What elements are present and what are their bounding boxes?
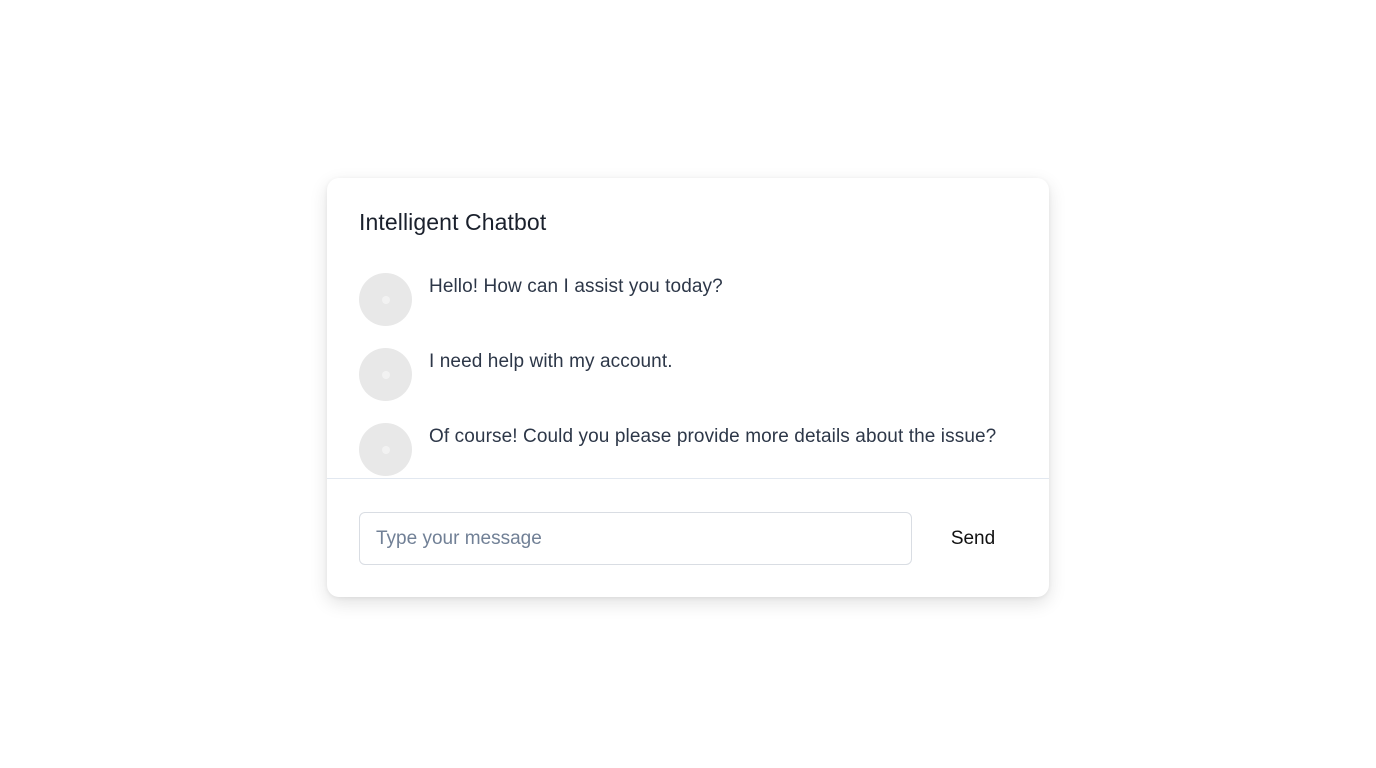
chat-window: Intelligent Chatbot Hello! How can I ass… (327, 178, 1049, 597)
avatar-icon (381, 370, 390, 379)
message-input[interactable] (359, 512, 912, 565)
message-text: I need help with my account. (429, 351, 673, 372)
avatar (359, 423, 412, 476)
avatar-icon (381, 295, 390, 304)
message-text: Of course! Could you please provide more… (429, 426, 997, 447)
message-list: Hello! How can I assist you today? I nee… (327, 273, 1049, 479)
avatar (359, 273, 412, 326)
message-item: Hello! How can I assist you today? (359, 273, 723, 326)
avatar-icon (381, 445, 390, 454)
message-text: Hello! How can I assist you today? (429, 276, 723, 297)
chat-title: Intelligent Chatbot (359, 209, 547, 235)
message-item: Of course! Could you please provide more… (359, 423, 996, 476)
message-item: I need help with my account. (359, 348, 673, 401)
send-button[interactable]: Send (933, 512, 1013, 565)
divider (327, 478, 1049, 479)
avatar (359, 348, 412, 401)
